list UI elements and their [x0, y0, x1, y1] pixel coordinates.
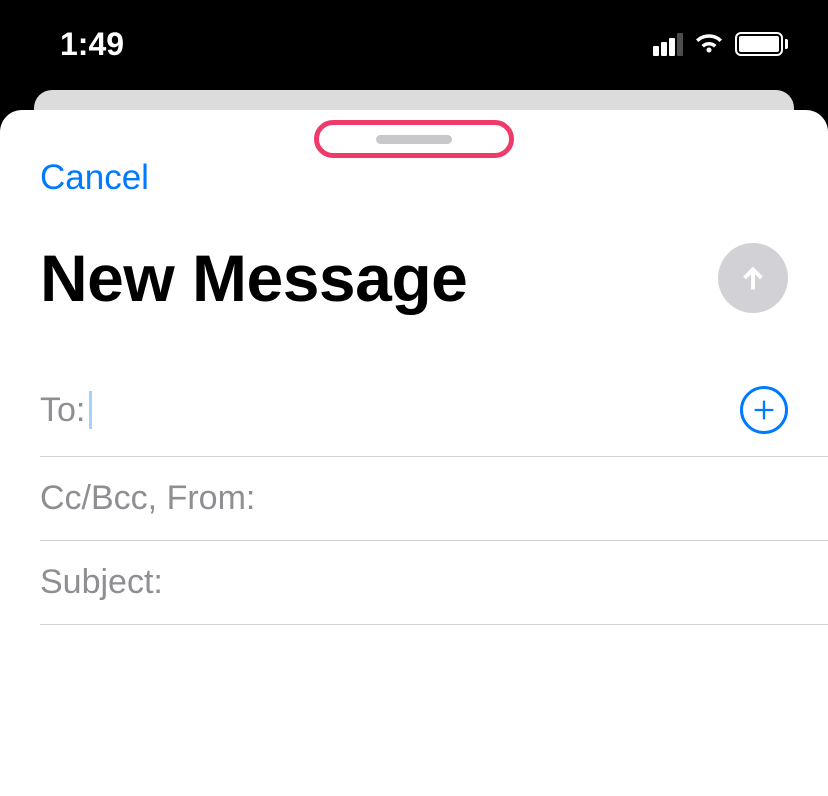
- page-title: New Message: [40, 240, 467, 316]
- subject-field-row[interactable]: Subject:: [40, 541, 828, 625]
- subject-input[interactable]: [171, 563, 788, 602]
- ccbcc-input[interactable]: [263, 479, 788, 518]
- ccbcc-label: Cc/Bcc, From:: [40, 479, 255, 518]
- send-button[interactable]: [718, 243, 788, 313]
- status-icons: [653, 32, 788, 56]
- text-cursor: [89, 391, 92, 429]
- arrow-up-icon: [736, 261, 770, 295]
- wifi-icon: [693, 32, 725, 56]
- subject-label: Subject:: [40, 563, 163, 602]
- cancel-button[interactable]: Cancel: [40, 158, 149, 198]
- status-bar: 1:49: [0, 0, 828, 88]
- add-contact-button[interactable]: [740, 386, 788, 434]
- to-field-row[interactable]: To:: [40, 364, 828, 457]
- compose-sheet: Cancel New Message To: Cc/Bcc, From: Sub: [0, 110, 828, 796]
- drag-handle[interactable]: [376, 135, 452, 144]
- status-time: 1:49: [60, 26, 124, 63]
- cellular-icon: [653, 33, 683, 56]
- battery-icon: [735, 32, 788, 56]
- ccbcc-field-row[interactable]: Cc/Bcc, From:: [40, 457, 828, 541]
- drag-handle-highlight: [314, 120, 514, 158]
- plus-icon: [750, 396, 778, 424]
- to-label: To:: [40, 391, 85, 430]
- to-input[interactable]: [100, 391, 740, 430]
